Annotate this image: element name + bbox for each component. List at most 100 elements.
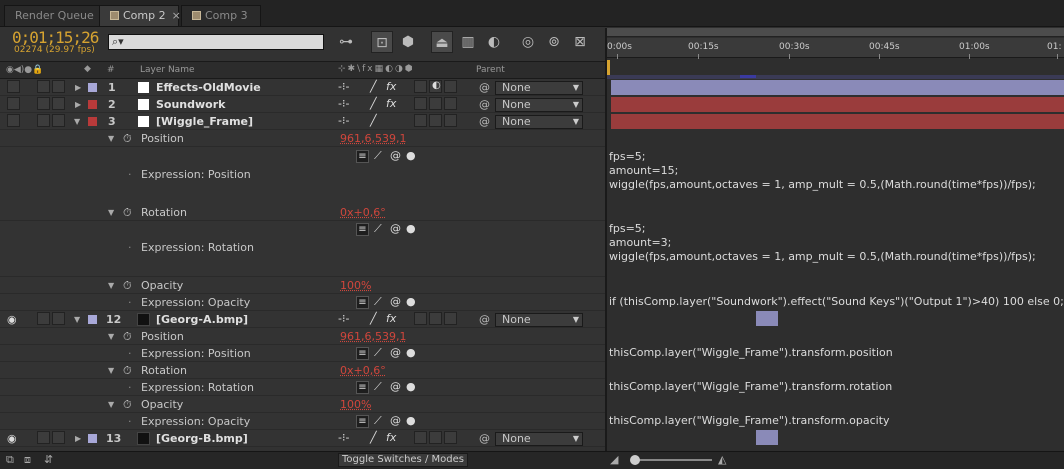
layer-bar-3[interactable] bbox=[611, 114, 1064, 129]
graph-editor-icon[interactable]: ⊠ bbox=[569, 31, 591, 53]
quality-icon[interactable]: ╱ bbox=[370, 97, 377, 110]
expand-icon[interactable]: ▶ bbox=[75, 434, 81, 443]
3d-switch[interactable] bbox=[444, 312, 457, 325]
label-color[interactable] bbox=[88, 117, 97, 126]
expand-icon[interactable]: ▶ bbox=[75, 83, 81, 92]
graph-icon[interactable]: ⟋ bbox=[374, 346, 382, 360]
parent-select[interactable]: None ▼ bbox=[495, 98, 583, 112]
close-icon[interactable]: × bbox=[172, 9, 181, 22]
solo-switch[interactable] bbox=[37, 97, 50, 110]
tab-render-queue[interactable]: Render Queue bbox=[4, 5, 105, 26]
switch[interactable] bbox=[429, 114, 442, 127]
pickwhip-icon[interactable]: @ bbox=[390, 222, 401, 235]
collapse-icon[interactable]: ▼ bbox=[74, 117, 80, 126]
3d-switch[interactable] bbox=[444, 80, 457, 93]
label-color[interactable] bbox=[88, 434, 97, 443]
stopwatch-icon[interactable]: ⏱ bbox=[123, 398, 132, 412]
search-input[interactable]: ⌕▾ bbox=[108, 34, 324, 50]
language-menu-icon[interactable]: ● bbox=[406, 149, 416, 162]
expand-panes-icon[interactable]: ⧈ bbox=[24, 453, 31, 467]
solo-switch[interactable] bbox=[37, 114, 50, 127]
language-menu-icon[interactable]: ● bbox=[406, 222, 416, 235]
pickwhip-icon[interactable]: @ bbox=[390, 414, 401, 427]
motion-blur-icon[interactable]: ◐ bbox=[483, 31, 505, 53]
shy-icon[interactable]: -⁝- bbox=[338, 114, 349, 127]
expression-text-opacity[interactable]: if (thisComp.layer("Soundwork").effect("… bbox=[609, 295, 1064, 309]
property-value[interactable]: 100% bbox=[340, 398, 371, 411]
stopwatch-icon[interactable]: ⏱ bbox=[123, 330, 132, 344]
property-row[interactable]: ▼ ⏱ Rotation 0x+0,6° bbox=[0, 204, 606, 221]
layer-bar-2[interactable] bbox=[611, 97, 1064, 112]
parent-select[interactable]: None ▼ bbox=[495, 115, 583, 129]
shy-layers-icon[interactable]: ⏏ bbox=[431, 31, 453, 53]
pickwhip-icon[interactable]: @ bbox=[479, 313, 490, 326]
lock-switch[interactable] bbox=[52, 312, 65, 325]
brainstorm-icon[interactable]: ◎ bbox=[517, 31, 539, 53]
lock-switch[interactable] bbox=[52, 114, 65, 127]
lock-switch[interactable] bbox=[52, 431, 65, 444]
pickwhip-icon[interactable]: @ bbox=[390, 346, 401, 359]
live-update-icon[interactable]: ⊡ bbox=[371, 31, 393, 53]
3d-switch[interactable] bbox=[444, 431, 457, 444]
label-color[interactable] bbox=[88, 83, 97, 92]
shy-icon[interactable]: -⁝- bbox=[338, 431, 349, 444]
layer-name[interactable]: [Georg-A.bmp] bbox=[156, 313, 248, 326]
lock-switch[interactable] bbox=[52, 97, 65, 110]
graph-icon[interactable]: ⟋ bbox=[374, 295, 382, 309]
parent-select[interactable]: None ▼ bbox=[495, 313, 583, 327]
parent-select[interactable]: None ▼ bbox=[495, 81, 583, 95]
switch[interactable] bbox=[414, 431, 427, 444]
graph-icon[interactable]: ⟋ bbox=[374, 414, 382, 428]
switch[interactable] bbox=[414, 97, 427, 110]
expression-text-opacity-12[interactable]: thisComp.layer("Wiggle_Frame").transform… bbox=[609, 414, 890, 428]
expression-text-position-12[interactable]: thisComp.layer("Wiggle_Frame").transform… bbox=[609, 346, 893, 360]
shy-icon[interactable]: -⁝- bbox=[338, 312, 349, 325]
switch[interactable] bbox=[429, 312, 442, 325]
expression-enable-icon[interactable]: ≡ bbox=[356, 380, 369, 394]
property-row[interactable]: ▼ ⏱ Position 961,6,539,1 bbox=[0, 328, 606, 345]
property-value[interactable]: 961,6,539,1 bbox=[340, 330, 406, 343]
expression-enable-icon[interactable]: ≡ bbox=[356, 414, 369, 428]
switch[interactable] bbox=[414, 80, 427, 93]
layer-name[interactable]: Soundwork bbox=[156, 98, 225, 111]
layer-name[interactable]: [Wiggle_Frame] bbox=[156, 115, 253, 128]
graph-icon[interactable]: ⟋ bbox=[374, 380, 382, 394]
stopwatch-icon[interactable]: ⏱ bbox=[123, 364, 132, 378]
comp-flowchart-icon[interactable]: ⧉ bbox=[6, 453, 14, 467]
language-menu-icon[interactable]: ● bbox=[406, 380, 416, 393]
fx-icon[interactable]: fx bbox=[386, 80, 396, 93]
quality-icon[interactable]: ╱ bbox=[370, 312, 377, 325]
tab-comp-3[interactable]: Comp 3 bbox=[181, 5, 261, 26]
layer-row[interactable]: ◉ ▼ 12 [Georg-A.bmp] -⁝- ╱ fx @ None ▼ bbox=[0, 311, 606, 328]
toggle-switches-modes-button[interactable]: Toggle Switches / Modes bbox=[338, 453, 468, 467]
expression-enable-icon[interactable]: ≡ bbox=[356, 346, 369, 360]
stopwatch-icon[interactable]: ⏱ bbox=[123, 279, 132, 293]
auto-keyframe-icon[interactable]: ⊚ bbox=[543, 31, 565, 53]
property-value[interactable]: 961,6,539,1 bbox=[340, 132, 406, 145]
collapse-icon[interactable]: ▼ bbox=[108, 208, 114, 217]
solo-switch[interactable] bbox=[37, 431, 50, 444]
video-switch[interactable] bbox=[7, 114, 20, 127]
switch[interactable] bbox=[429, 97, 442, 110]
property-row[interactable]: ▼ ⏱ Opacity 100% bbox=[0, 396, 606, 413]
graph-icon[interactable]: ⟋ bbox=[374, 149, 382, 163]
expression-enable-icon[interactable]: ≡ bbox=[356, 295, 369, 309]
3d-switch[interactable] bbox=[444, 97, 457, 110]
language-menu-icon[interactable]: ● bbox=[406, 414, 416, 427]
zoom-slider[interactable] bbox=[632, 459, 712, 461]
collapse-icon[interactable]: ▼ bbox=[108, 134, 114, 143]
layer-bar-13[interactable] bbox=[756, 430, 778, 445]
panel-divider[interactable] bbox=[605, 28, 607, 451]
frame-blending-icon[interactable]: ▥ bbox=[457, 31, 479, 53]
video-switch[interactable] bbox=[7, 97, 20, 110]
graph-icon[interactable]: ⟋ bbox=[374, 222, 382, 236]
pickwhip-icon[interactable]: @ bbox=[479, 115, 490, 128]
lock-switch[interactable] bbox=[52, 80, 65, 93]
fx-icon[interactable]: fx bbox=[386, 312, 396, 325]
property-row[interactable]: ▼ ⏱ Opacity 100% bbox=[0, 277, 606, 294]
draft-3d-icon[interactable]: ⬢ bbox=[397, 31, 419, 53]
language-menu-icon[interactable]: ● bbox=[406, 295, 416, 308]
language-menu-icon[interactable]: ● bbox=[406, 346, 416, 359]
switch[interactable] bbox=[414, 312, 427, 325]
stopwatch-icon[interactable]: ⏱ bbox=[123, 132, 132, 146]
